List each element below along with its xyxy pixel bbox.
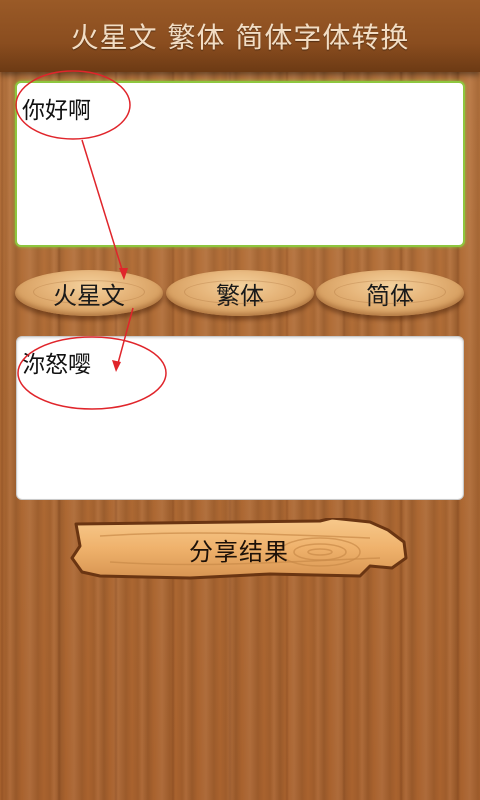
title-bar: 火星文 繁体 简体字体转换 bbox=[0, 0, 480, 72]
traditional-button-label: 繁体 bbox=[216, 281, 264, 310]
martian-button[interactable]: 火星文 bbox=[15, 270, 163, 316]
output-textarea[interactable]: 沵怒嘤 bbox=[16, 336, 464, 500]
traditional-button[interactable]: 繁体 bbox=[166, 270, 314, 316]
share-result-button[interactable]: 分享结果 bbox=[70, 518, 408, 580]
martian-button-label: 火星文 bbox=[53, 281, 125, 310]
input-textarea[interactable]: 你好啊 bbox=[15, 81, 465, 247]
input-text: 你好啊 bbox=[22, 98, 91, 124]
app-title: 火星文 繁体 简体字体转换 bbox=[70, 21, 410, 54]
simplified-button-label: 简体 bbox=[366, 281, 414, 310]
simplified-button[interactable]: 简体 bbox=[316, 270, 464, 316]
share-result-label: 分享结果 bbox=[189, 537, 289, 566]
output-text: 沵怒嘤 bbox=[22, 352, 91, 378]
